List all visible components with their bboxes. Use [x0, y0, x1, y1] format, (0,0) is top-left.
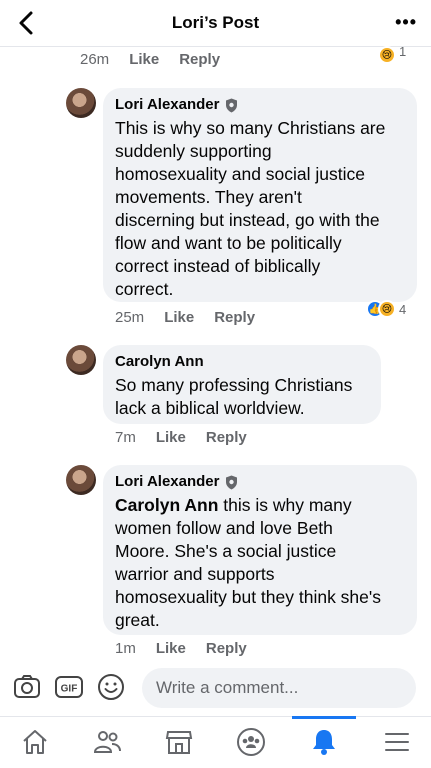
comment-time: 1m — [115, 640, 136, 657]
like-link[interactable]: Like — [156, 429, 186, 446]
emoji-icon[interactable] — [96, 672, 126, 702]
more-icon[interactable]: ••• — [395, 12, 417, 33]
comment-actions: 1m Like Reply — [115, 640, 247, 657]
bottom-tab-bar — [0, 716, 431, 768]
marketplace-icon[interactable] — [164, 727, 194, 757]
reaction-summary[interactable]: 😢 1 — [378, 43, 407, 64]
reply-link[interactable]: Reply — [179, 51, 220, 68]
comment-text: Carolyn Ann this is why many women follo… — [115, 495, 381, 630]
comment-bubble: Lori Alexander This is why so many Chris… — [103, 88, 417, 302]
reply-link[interactable]: Reply — [214, 309, 255, 326]
comment-bubble: Lori Alexander Carolyn Ann this is why m… — [103, 465, 417, 635]
reaction-count: 4 — [399, 301, 407, 317]
reply-link[interactable]: Reply — [206, 640, 247, 657]
comment-actions: 25m Like Reply — [115, 309, 255, 326]
svg-text:GIF: GIF — [61, 684, 78, 695]
camera-icon[interactable] — [12, 672, 42, 702]
comment-time: 7m — [115, 429, 136, 446]
gif-icon[interactable]: GIF — [54, 672, 84, 702]
comment-author[interactable]: Carolyn Ann — [115, 352, 204, 372]
avatar[interactable] — [66, 345, 96, 375]
like-link[interactable]: Like — [164, 309, 194, 326]
groups-icon[interactable] — [236, 727, 266, 757]
post-header: Lori’s Post ••• — [0, 0, 431, 47]
comment-text: So many professing Christians lack a bib… — [115, 375, 353, 418]
comment-author[interactable]: Lori Alexander — [115, 95, 219, 115]
notifications-icon[interactable] — [309, 727, 339, 757]
menu-icon[interactable] — [382, 727, 412, 757]
comment-author[interactable]: Lori Alexander — [115, 472, 219, 492]
comment-text: This is why so many Christians are sudde… — [115, 118, 386, 299]
active-tab-indicator — [292, 716, 356, 719]
reply-link[interactable]: Reply — [206, 429, 247, 446]
comment-actions: 26m Like Reply — [80, 51, 220, 68]
comment-composer: GIF Write a comment... — [0, 660, 431, 715]
sad-reaction-icon: 😢 — [378, 46, 396, 64]
avatar[interactable] — [66, 465, 96, 495]
comment-time: 26m — [80, 51, 110, 68]
page-title: Lori’s Post — [171, 13, 260, 32]
comment-time: 25m — [115, 309, 145, 326]
sad-reaction-icon: 😢 — [378, 300, 396, 318]
friends-icon[interactable] — [92, 727, 122, 757]
like-link[interactable]: Like — [129, 51, 159, 68]
reaction-count: 1 — [399, 43, 407, 59]
like-link[interactable]: Like — [156, 640, 186, 657]
admin-badge-icon — [226, 475, 238, 489]
comment-input[interactable]: Write a comment... — [142, 668, 416, 708]
comment-actions: 7m Like Reply — [115, 429, 247, 446]
comment-bubble: Carolyn Ann So many professing Christian… — [103, 345, 381, 424]
reaction-summary[interactable]: 👍 😢 4 — [366, 300, 406, 318]
mention-link[interactable]: Carolyn Ann — [115, 495, 218, 515]
avatar[interactable] — [66, 88, 96, 118]
admin-badge-icon — [226, 98, 238, 112]
home-icon[interactable] — [20, 727, 50, 757]
